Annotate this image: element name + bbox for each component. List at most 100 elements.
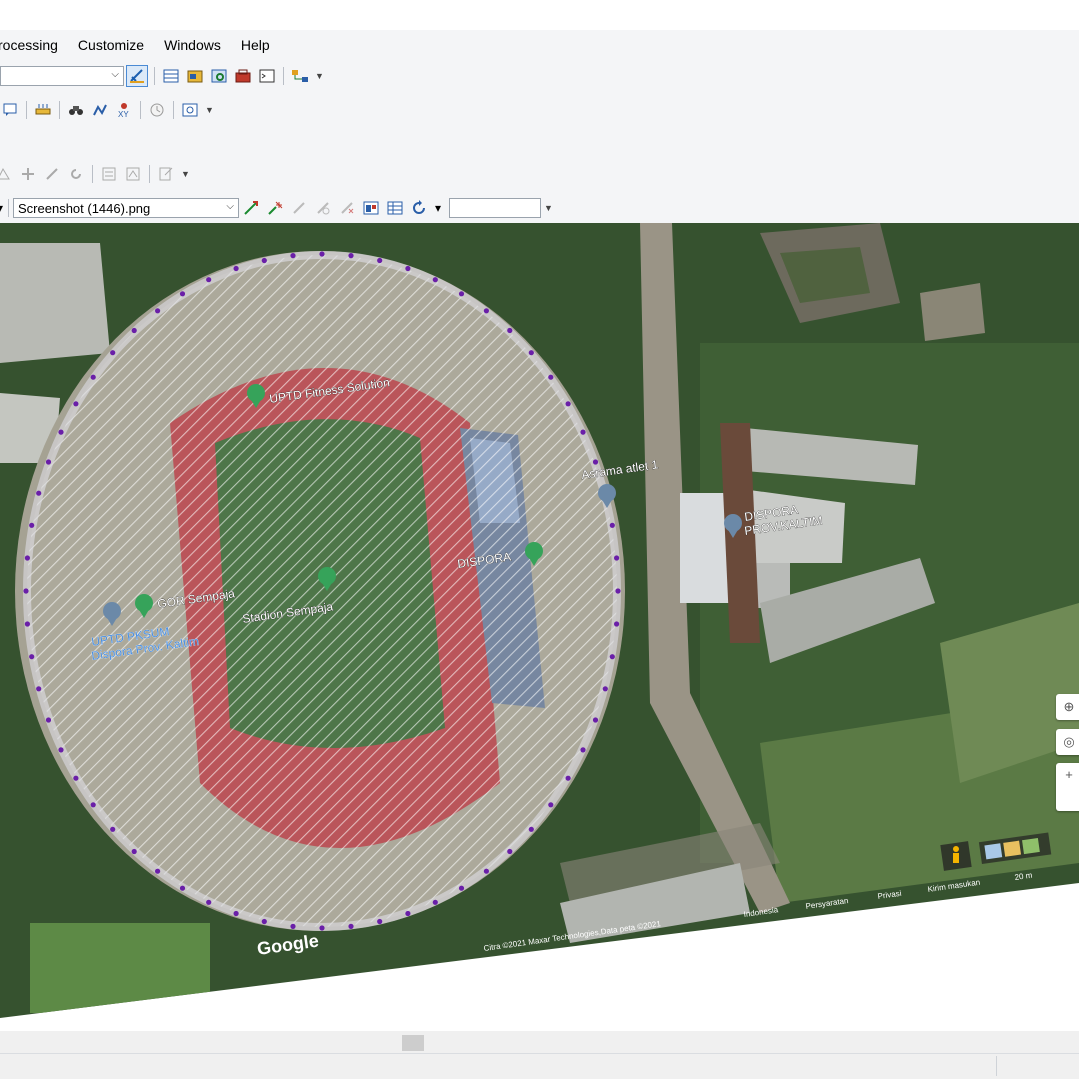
sketch-properties-icon[interactable] (123, 164, 143, 184)
go-to-xy-icon[interactable]: XY (114, 100, 134, 120)
svg-text:XY: XY (118, 110, 129, 118)
polygon-vertex (36, 686, 42, 692)
my-location-icon[interactable]: ◎ (1056, 729, 1079, 755)
toolbar-separator (149, 165, 150, 183)
measure-icon[interactable] (33, 100, 53, 120)
polygon-vertex (405, 265, 411, 272)
menu-geoprocessing[interactable]: rocessing (0, 34, 68, 56)
horizontal-scrollbar[interactable] (0, 1031, 1079, 1053)
polygon-vertex (23, 588, 29, 594)
polygon-vertex (110, 826, 116, 832)
toolbar-options-icon[interactable]: ▼ (315, 71, 324, 81)
select-link-icon[interactable] (289, 198, 309, 218)
polygon-vertex (90, 802, 96, 808)
scrollbar-thumb[interactable] (402, 1035, 424, 1051)
polygon-vertex (206, 899, 212, 905)
map-view[interactable]: UPTD Fitness Solution Asrama atlet 1 DIS… (0, 223, 1079, 1031)
polygon-vertex (290, 923, 296, 930)
rotate-tool-icon[interactable] (409, 198, 429, 218)
polygon-vertex (29, 654, 35, 660)
time-slider-icon[interactable] (147, 100, 167, 120)
split-icon[interactable] (18, 164, 38, 184)
find-route-icon[interactable] (90, 100, 110, 120)
zoom-to-selected-link-icon[interactable] (313, 198, 333, 218)
attributes-icon[interactable] (99, 164, 119, 184)
rotation-input[interactable] (449, 198, 541, 218)
magnifier-icon[interactable] (180, 100, 200, 120)
polygon-vertex (507, 327, 513, 334)
polygon-vertex (24, 621, 30, 627)
viewer-icon[interactable] (361, 198, 381, 218)
standard-toolbar: ⌵ ▼ (0, 64, 324, 88)
polygon-vertex (458, 885, 465, 891)
polygon-vertex (615, 588, 621, 594)
auto-register-icon[interactable] (265, 198, 285, 218)
polygon-vertex (29, 522, 35, 528)
polygon-vertex (507, 848, 513, 855)
raster-layer-dropdown[interactable]: Screenshot (1446).png ⌵ (13, 198, 239, 218)
rotate-icon[interactable] (66, 164, 86, 184)
search-window-icon[interactable] (209, 66, 229, 86)
chevron-down-icon: ⌵ (226, 201, 234, 212)
toolbar-separator (173, 101, 174, 119)
polygon-vertex (405, 910, 411, 917)
find-icon[interactable] (66, 100, 86, 120)
modelbuilder-icon[interactable] (290, 66, 310, 86)
status-bar (0, 1053, 1079, 1079)
toolbar-separator (92, 165, 93, 183)
polygon-vertex (179, 885, 186, 891)
toolbar-area (0, 30, 1079, 224)
toolbar-separator (154, 67, 155, 85)
menu-customize[interactable]: Customize (78, 34, 154, 56)
polygon-vertex (528, 826, 534, 832)
menu-windows[interactable]: Windows (164, 34, 231, 56)
georef-menu-arrow[interactable]: ▾ (0, 198, 6, 218)
menu-help[interactable]: Help (241, 34, 280, 56)
tools-toolbar: XY ▼ (0, 98, 214, 122)
polygon-vertex (290, 253, 296, 259)
toolbar-options-icon[interactable]: ▼ (544, 203, 553, 213)
polygon-vertex (45, 717, 52, 723)
polygon-vertex (565, 401, 571, 407)
arctoolbox-icon[interactable] (233, 66, 253, 86)
table-icon[interactable] (161, 66, 181, 86)
polygon-vertex (614, 555, 620, 561)
delete-link-icon[interactable] (337, 198, 357, 218)
polygon-vertex (233, 910, 239, 917)
catalog-icon[interactable] (185, 66, 205, 86)
toolbar-separator (283, 67, 284, 85)
polygon-vertex (73, 401, 79, 407)
menu-bar: rocessing Customize Windows Help (0, 34, 290, 56)
rotate-dropdown-arrow[interactable]: ▾ (433, 198, 443, 218)
link-table-icon[interactable] (385, 198, 405, 218)
polygon-vertex (58, 429, 64, 435)
polygon-vertex (377, 918, 383, 925)
polygon-vertex (73, 775, 79, 781)
polygon-vertex (24, 555, 30, 561)
edit-vertices-icon[interactable] (0, 164, 14, 184)
editor-icon[interactable] (126, 65, 148, 87)
editing-toolbar: ▼ (0, 162, 190, 186)
window-top-blank (0, 0, 1079, 30)
create-features-icon[interactable] (156, 164, 176, 184)
python-window-icon[interactable] (257, 66, 277, 86)
globe-icon[interactable]: ⊕ (1056, 694, 1079, 720)
polygon-vertex (206, 277, 212, 283)
add-control-points-icon[interactable] (241, 198, 261, 218)
toolbar-options-icon[interactable]: ▼ (205, 105, 214, 115)
cut-polygon-icon[interactable] (42, 164, 62, 184)
polygon-vertex (348, 923, 354, 930)
polygon-vertex (319, 925, 325, 931)
polygon-vertex (319, 251, 325, 257)
chevron-down-icon: ⌵ (111, 69, 119, 80)
polygon-vertex (528, 350, 534, 356)
toolbar-options-icon[interactable]: ▼ (181, 169, 190, 179)
html-popup-icon[interactable] (0, 100, 20, 120)
toolbar-separator (59, 101, 60, 119)
polygon-vertex (36, 490, 42, 496)
raster-layer-value: Screenshot (1446).png (18, 200, 151, 216)
zoom-controls[interactable]: + (1056, 763, 1079, 811)
layer-dropdown[interactable]: ⌵ (0, 66, 124, 86)
polygon-vertex (261, 257, 267, 264)
polygon-vertex (131, 848, 137, 855)
